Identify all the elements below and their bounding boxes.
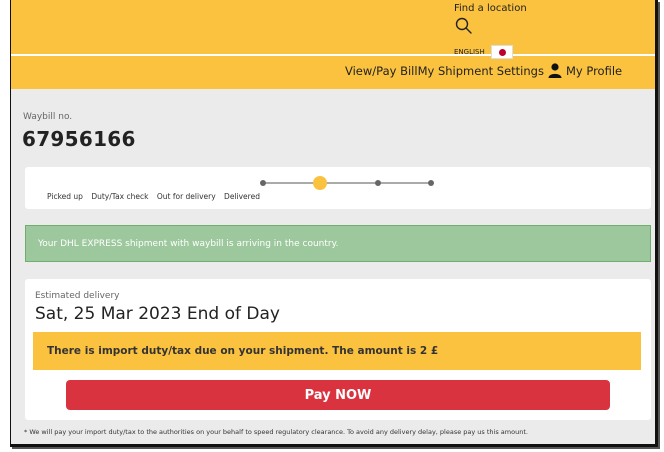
japan-flag-icon [490,45,513,59]
track-dot-current [313,176,327,190]
progress-card: Picked up Duty/Tax check Out for deliver… [25,167,651,209]
waybill-number: 67956166 [22,127,136,151]
search-icon[interactable] [454,16,474,36]
page-frame: Find a location ENGLISH View/Pay Bill My… [10,0,658,447]
estimated-delivery-label: Estimated delivery [35,291,120,301]
progress-track [260,176,434,190]
track-dot-4 [428,180,434,186]
track-dot-3 [375,180,381,186]
waybill-label: Waybill no. [23,112,73,122]
arrival-alert: Your DHL EXPRESS shipment with waybill i… [25,225,651,262]
my-profile-label: My Profile [565,63,623,78]
estimated-delivery-date: Sat, 25 Mar 2023 End of Day [35,304,280,324]
pay-now-button[interactable]: Pay NOW [66,380,610,410]
shipment-settings-link[interactable]: My Shipment Settings [418,64,544,78]
arrival-alert-text: Your DHL EXPRESS shipment with waybill i… [38,238,339,249]
duty-notice: There is import duty/tax due on your shi… [33,332,641,370]
footnote: * We will pay your import duty/tax to th… [24,428,528,436]
header-top-bar [11,0,655,54]
step-duty-tax-check: Duty/Tax check [91,192,149,201]
top-navigation: View/Pay Bill My Shipment Settings My Pr… [345,63,622,78]
step-delivered: Delivered [224,192,260,201]
step-picked-up: Picked up [47,192,83,201]
pay-bill-link[interactable]: View/Pay Bill [345,64,418,78]
delivery-card: Estimated delivery Sat, 25 Mar 2023 End … [25,279,651,420]
track-dot-1 [260,180,266,186]
user-icon [548,63,562,78]
language-selector[interactable]: ENGLISH [454,45,513,59]
step-out-for-delivery: Out for delivery [156,192,216,201]
find-location-link[interactable]: Find a location [454,3,527,14]
language-label: ENGLISH [454,48,485,56]
my-profile-link[interactable]: My Profile [548,63,622,78]
duty-notice-text: There is import duty/tax due on your shi… [47,345,439,357]
progress-steps: Picked up Duty/Tax check Out for deliver… [47,192,266,201]
